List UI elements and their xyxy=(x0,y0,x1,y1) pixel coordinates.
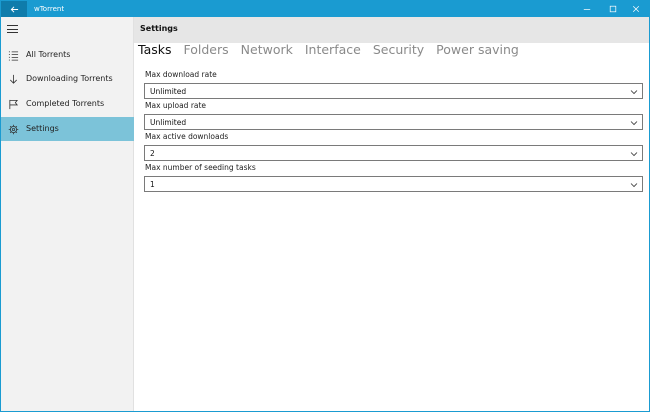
settings-tabs: Tasks Folders Network Interface Security… xyxy=(138,41,531,59)
sidebar-item-completed-torrents[interactable]: Completed Torrents xyxy=(1,92,134,116)
hamburger-menu-icon[interactable] xyxy=(7,23,21,35)
main-content: Settings Tasks Folders Network Interface… xyxy=(134,17,649,411)
max-download-rate-label: Max download rate xyxy=(145,70,217,79)
select-value: 1 xyxy=(150,180,155,189)
back-arrow-icon xyxy=(10,5,18,13)
tab-security[interactable]: Security xyxy=(373,41,424,59)
sidebar-item-label: Downloading Torrents xyxy=(26,74,113,83)
download-arrow-icon xyxy=(7,73,19,85)
page-title: Settings xyxy=(140,24,178,33)
tab-tasks[interactable]: Tasks xyxy=(138,41,172,59)
sidebar-item-settings[interactable]: Settings xyxy=(1,117,134,141)
title-bar: wTorrent xyxy=(1,1,649,17)
minimize-button[interactable] xyxy=(574,1,600,17)
chevron-down-icon xyxy=(630,150,638,158)
flag-icon xyxy=(7,98,19,110)
tab-network[interactable]: Network xyxy=(241,41,293,59)
app-title: wTorrent xyxy=(34,5,65,13)
gear-icon xyxy=(7,123,19,135)
sidebar-item-downloading-torrents[interactable]: Downloading Torrents xyxy=(1,67,134,91)
max-seeding-tasks-label: Max number of seeding tasks xyxy=(145,163,256,172)
max-active-downloads-label: Max active downloads xyxy=(145,132,229,141)
list-icon xyxy=(7,49,19,61)
app-window: wTorrent All Torrents Downloading Torren… xyxy=(0,0,650,412)
max-upload-rate-label: Max upload rate xyxy=(145,101,207,110)
max-download-rate-select[interactable]: Unlimited xyxy=(144,83,643,99)
tab-interface[interactable]: Interface xyxy=(305,41,361,59)
chevron-down-icon xyxy=(630,88,638,96)
tab-power-saving[interactable]: Power saving xyxy=(436,41,519,59)
minimize-icon xyxy=(583,9,591,10)
tab-folders[interactable]: Folders xyxy=(184,41,229,59)
select-value: Unlimited xyxy=(150,87,187,96)
sidebar-item-label: All Torrents xyxy=(26,50,71,59)
max-upload-rate-select[interactable]: Unlimited xyxy=(144,114,643,130)
page-header: Settings xyxy=(134,17,649,43)
close-icon xyxy=(632,5,640,13)
select-value: Unlimited xyxy=(150,118,187,127)
chevron-down-icon xyxy=(630,119,638,127)
back-button[interactable] xyxy=(1,1,27,17)
chevron-down-icon xyxy=(630,181,638,189)
sidebar: All Torrents Downloading Torrents Comple… xyxy=(1,17,134,411)
maximize-icon xyxy=(609,5,617,13)
max-active-downloads-select[interactable]: 2 xyxy=(144,145,643,161)
select-value: 2 xyxy=(150,149,155,158)
max-seeding-tasks-select[interactable]: 1 xyxy=(144,176,643,192)
sidebar-item-all-torrents[interactable]: All Torrents xyxy=(1,43,134,67)
sidebar-item-label: Completed Torrents xyxy=(26,99,105,108)
close-button[interactable] xyxy=(623,1,649,17)
sidebar-item-label: Settings xyxy=(26,124,59,133)
